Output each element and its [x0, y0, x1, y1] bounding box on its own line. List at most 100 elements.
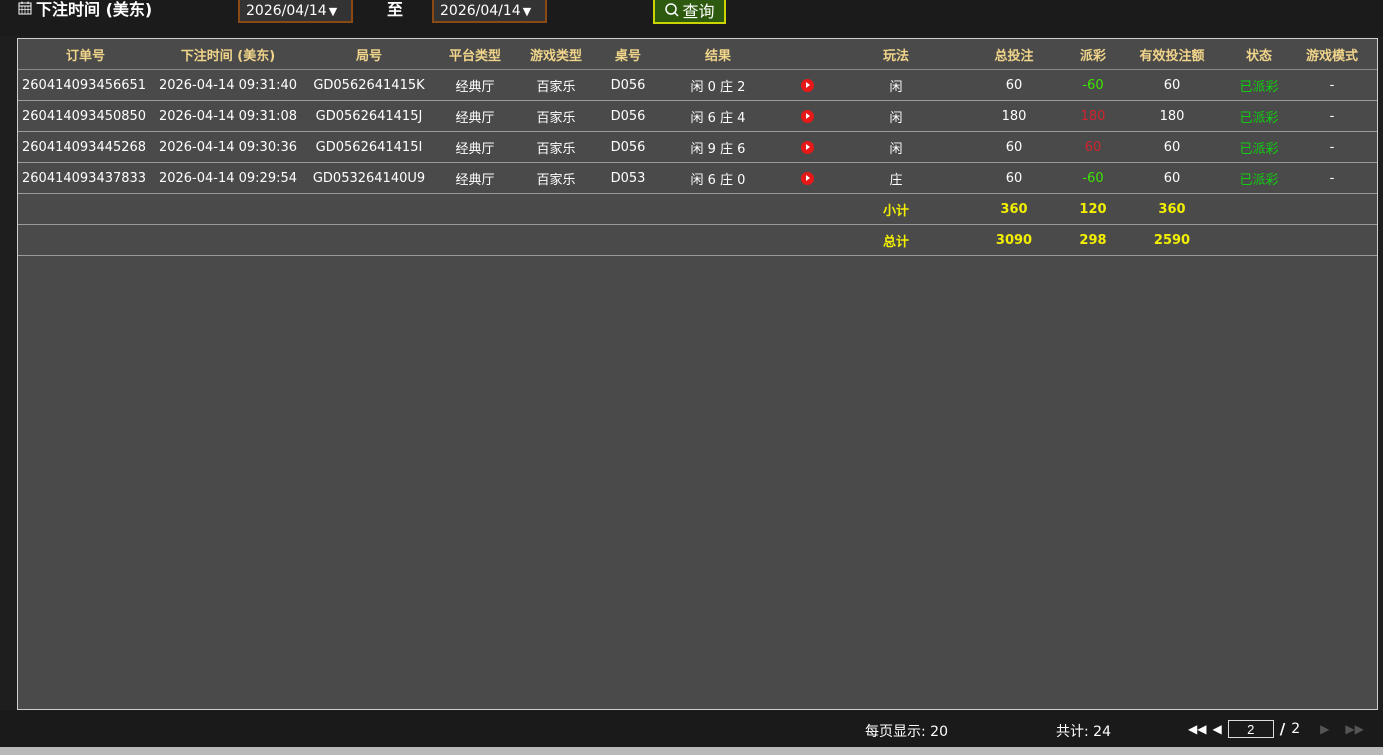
- replay-cell: [777, 100, 837, 132]
- to-date-select[interactable]: 2026/04/14 ▼: [432, 0, 547, 23]
- query-button[interactable]: 查询: [653, 0, 726, 24]
- bet-option-cell: 闲: [837, 69, 955, 101]
- filter-title: 下注时间 (美东): [18, 0, 152, 20]
- column-header: 状态: [1231, 39, 1287, 70]
- replay-cell: [777, 131, 837, 163]
- blank-cell: [1231, 224, 1377, 256]
- payout-cell: 60: [1073, 131, 1113, 163]
- column-header: 平台类型: [435, 39, 515, 70]
- payout-cell: 180: [1073, 100, 1113, 132]
- platform-cell: 经典厅: [435, 69, 515, 101]
- result-cell: 闲 6 庄 0: [659, 162, 777, 194]
- column-header: 总投注: [955, 39, 1073, 70]
- total-valid: 2590: [1113, 224, 1231, 256]
- status-cell: 已派彩: [1231, 162, 1287, 194]
- calendar-icon: [18, 1, 32, 15]
- blank-cell: [18, 193, 837, 225]
- platform-cell: 经典厅: [435, 162, 515, 194]
- platform-cell: 经典厅: [435, 131, 515, 163]
- table-id-cell: D056: [597, 69, 659, 101]
- subtotal-label: 小计: [837, 193, 955, 225]
- result-cell: 闲 9 庄 6: [659, 131, 777, 163]
- total-payout: 298: [1073, 224, 1113, 256]
- to-date-value: 2026/04/14: [440, 3, 521, 19]
- from-date-value: 2026/04/14: [246, 3, 327, 19]
- game-type-cell: 百家乐: [515, 162, 597, 194]
- bet-records-table: 订单号 下注时间 (美东) 局号 平台类型 游戏类型 桌号 结果 玩法 总投注 派彩 有效投注额 状态…: [18, 39, 1377, 256]
- bet-option-cell: 庄: [837, 162, 955, 194]
- column-header: 派彩: [1073, 39, 1113, 70]
- game-mode-cell: -: [1287, 162, 1377, 194]
- total-label: 总计: [837, 224, 955, 256]
- play-video-icon[interactable]: [800, 140, 814, 154]
- bet-time-cell: 2026-04-14 09:29:54: [153, 162, 303, 194]
- table-row: 260414093450850 2026-04-14 09:31:08 GD0562…: [18, 100, 1377, 132]
- bet-time-cell: 2026-04-14 09:30:36: [153, 131, 303, 163]
- game-mode-cell: -: [1287, 131, 1377, 163]
- table-row: 260414093456651 2026-04-14 09:31:40 GD0562…: [18, 69, 1377, 101]
- table-header-row: 订单号 下注时间 (美东) 局号 平台类型 游戏类型 桌号 结果 玩法 总投注 派彩 有效投注额 状态…: [18, 39, 1377, 70]
- round-id-cell: GD053264140U9: [303, 162, 435, 194]
- subtotal-row: 小计 360 120 360: [18, 193, 1377, 225]
- total-bet-cell: 60: [955, 69, 1073, 101]
- bet-time-cell: 2026-04-14 09:31:08: [153, 100, 303, 132]
- last-page-icon[interactable]: ▶▶: [1345, 722, 1363, 736]
- total-bet-cell: 180: [955, 100, 1073, 132]
- column-header: 局号: [303, 39, 435, 70]
- chevron-down-icon: ▼: [328, 5, 338, 18]
- game-mode-cell: -: [1287, 69, 1377, 101]
- play-video-icon[interactable]: [800, 78, 814, 92]
- bet-option-cell: 闲: [837, 131, 955, 163]
- page-separator: /: [1279, 720, 1286, 738]
- replay-cell: [777, 69, 837, 101]
- blank-cell: [18, 224, 837, 256]
- subtotal-bet: 360: [955, 193, 1073, 225]
- page-number-input[interactable]: [1227, 720, 1274, 738]
- play-video-icon[interactable]: [800, 109, 814, 123]
- column-header: 游戏模式: [1287, 39, 1377, 70]
- payout-cell: -60: [1073, 162, 1113, 194]
- valid-bet-cell: 60: [1113, 162, 1231, 194]
- table-id-cell: D053: [597, 162, 659, 194]
- table-id-cell: D056: [597, 131, 659, 163]
- query-button-label: 查询: [682, 2, 715, 21]
- total-pages: 2: [1291, 721, 1301, 737]
- result-cell: 闲 6 庄 4: [659, 100, 777, 132]
- prev-page-icon[interactable]: ◀: [1212, 722, 1221, 736]
- table-id-cell: D056: [597, 100, 659, 132]
- game-type-cell: 百家乐: [515, 69, 597, 101]
- column-header: 订单号: [18, 39, 153, 70]
- subtotal-payout: 120: [1073, 193, 1113, 225]
- total-bet: 3090: [955, 224, 1073, 256]
- first-page-icon[interactable]: ◀◀: [1188, 722, 1206, 736]
- order-id-cell: 260414093445268: [18, 131, 153, 163]
- from-date-select[interactable]: 2026/04/14 ▼: [238, 0, 353, 23]
- total-count-label: 共计: 24: [1056, 724, 1111, 740]
- total-row: 总计 3090 298 2590: [18, 224, 1377, 256]
- search-icon: [665, 3, 680, 17]
- result-cell: 闲 0 庄 2: [659, 69, 777, 101]
- column-header: 下注时间 (美东): [153, 39, 303, 70]
- table-row: 260414093437833 2026-04-14 09:29:54 GD0532…: [18, 162, 1377, 194]
- column-header: 游戏类型: [515, 39, 597, 70]
- bet-time-cell: 2026-04-14 09:31:40: [153, 69, 303, 101]
- bottom-strip: [0, 747, 1383, 755]
- total-bet-cell: 60: [955, 162, 1073, 194]
- game-type-cell: 百家乐: [515, 131, 597, 163]
- valid-bet-cell: 60: [1113, 131, 1231, 163]
- valid-bet-cell: 180: [1113, 100, 1231, 132]
- round-id-cell: GD0562641415K: [303, 69, 435, 101]
- bet-option-cell: 闲: [837, 100, 955, 132]
- valid-bet-cell: 60: [1113, 69, 1231, 101]
- status-cell: 已派彩: [1231, 131, 1287, 163]
- status-cell: 已派彩: [1231, 69, 1287, 101]
- pager: ◀◀ ◀ / 2 ▶ ▶▶: [1188, 720, 1364, 738]
- status-cell: 已派彩: [1231, 100, 1287, 132]
- payout-cell: -60: [1073, 69, 1113, 101]
- chevron-down-icon: ▼: [522, 5, 532, 18]
- subtotal-valid: 360: [1113, 193, 1231, 225]
- bet-records-panel: 订单号 下注时间 (美东) 局号 平台类型 游戏类型 桌号 结果 玩法 总投注 派彩 有效投注额 状态…: [17, 38, 1378, 710]
- total-bet-cell: 60: [955, 131, 1073, 163]
- next-page-icon[interactable]: ▶: [1320, 722, 1329, 736]
- play-video-icon[interactable]: [800, 171, 814, 185]
